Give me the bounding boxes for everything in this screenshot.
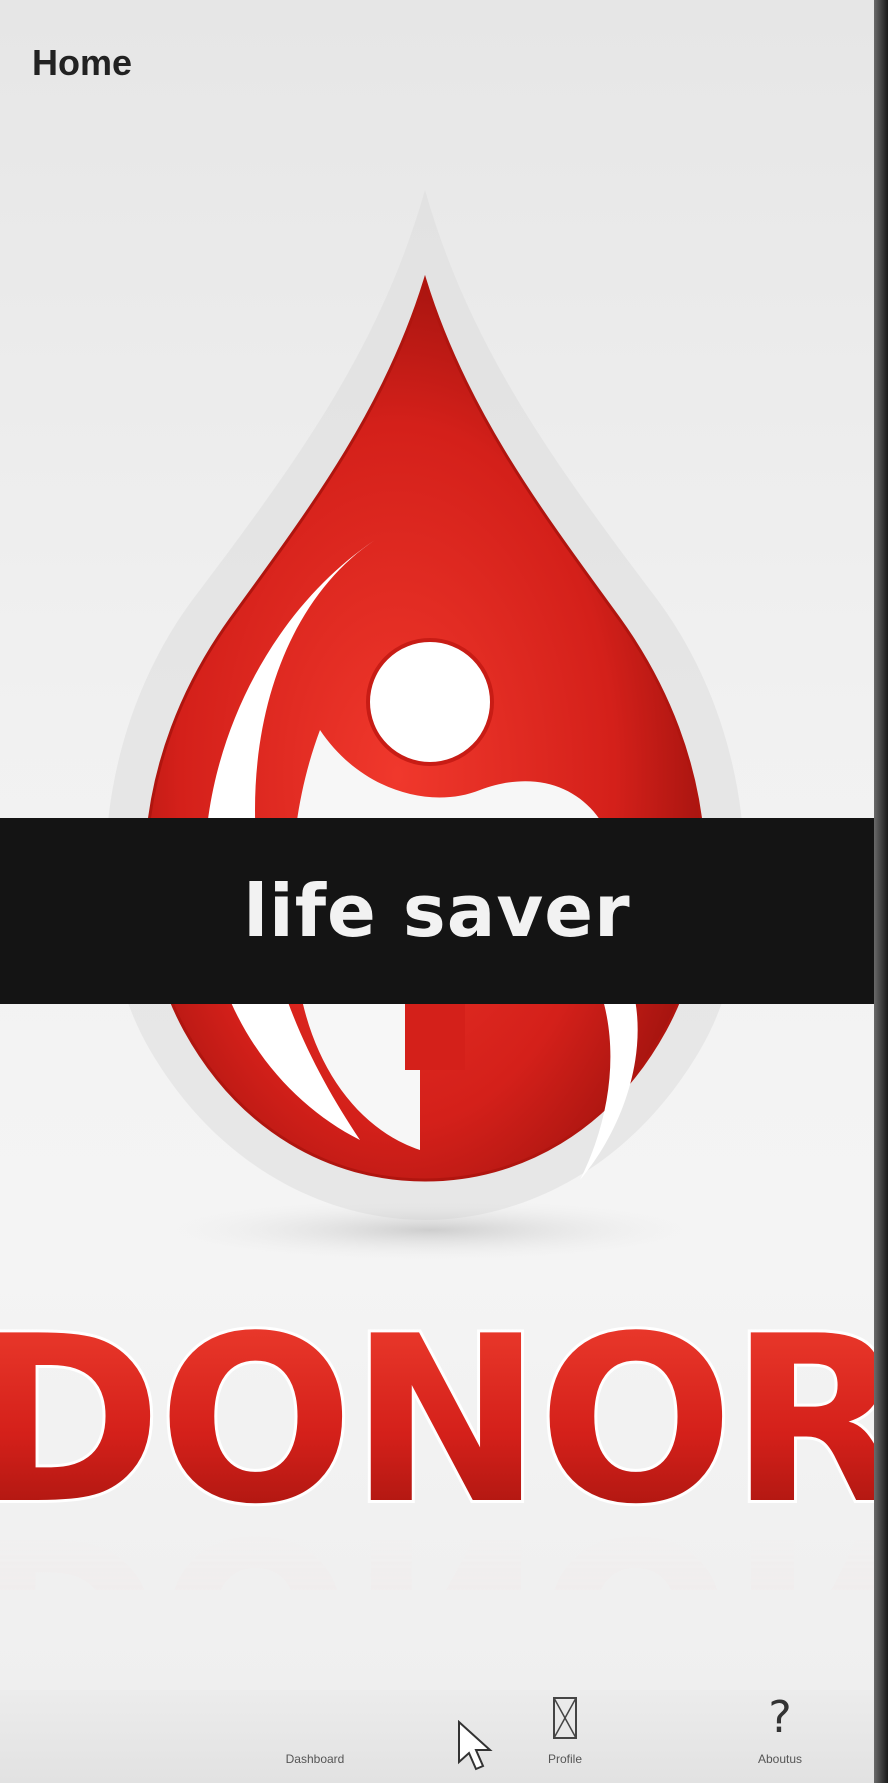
top-app-bar: Home bbox=[0, 0, 874, 120]
pointer-cursor-icon bbox=[458, 1720, 493, 1771]
profile-icon bbox=[551, 1690, 579, 1746]
nav-label-profile: Profile bbox=[547, 1752, 582, 1766]
nav-label-aboutus: Aboutus bbox=[757, 1752, 803, 1766]
figure-head bbox=[366, 638, 494, 766]
nav-item-dashboard[interactable]: Dashboard bbox=[255, 1690, 375, 1783]
caption-text: life saver bbox=[243, 869, 631, 953]
app-screen: Home DONOR life saver Dashboard Profile … bbox=[0, 0, 874, 1783]
device-bezel bbox=[874, 0, 888, 1783]
caption-banner: life saver bbox=[0, 818, 874, 1004]
question-icon: ? bbox=[768, 1692, 792, 1743]
nav-item-profile[interactable]: Profile bbox=[505, 1690, 625, 1783]
nav-label-dashboard: Dashboard bbox=[285, 1752, 345, 1766]
drop-shadow bbox=[170, 1200, 690, 1260]
page-title: Home bbox=[32, 42, 133, 83]
donor-reflection: DONOR bbox=[0, 1485, 874, 1590]
nav-item-aboutus[interactable]: ? Aboutus bbox=[720, 1690, 840, 1783]
bottom-navigation: Dashboard Profile ? Aboutus bbox=[0, 1690, 874, 1783]
